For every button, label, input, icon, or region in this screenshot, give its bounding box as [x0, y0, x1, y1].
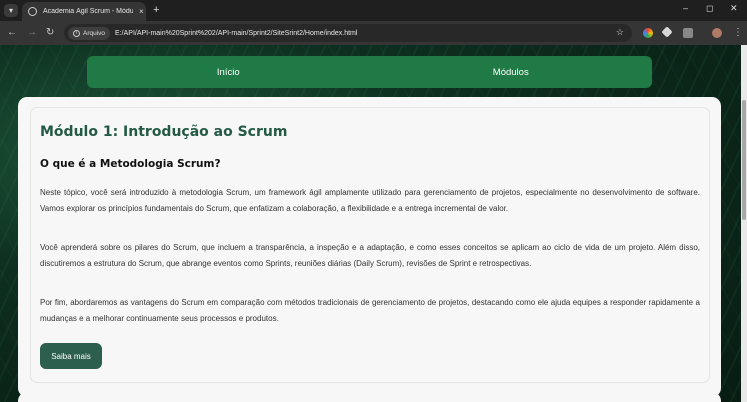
- new-tab-button[interactable]: +: [153, 4, 159, 16]
- info-icon: i: [73, 29, 80, 37]
- tab-search-button[interactable]: ▾: [4, 4, 18, 17]
- minimize-button[interactable]: –: [683, 3, 688, 13]
- maximize-button[interactable]: ◻: [706, 3, 713, 14]
- window-close-button[interactable]: ✕: [730, 3, 738, 14]
- module-paragraph: Por fim, abordaremos as vantagens do Scr…: [40, 298, 700, 323]
- puzzle-icon[interactable]: [683, 28, 693, 38]
- nav-link-inicio[interactable]: Início: [87, 56, 370, 88]
- module-paragraph: Você aprenderá sobre os pilares do Scrum…: [40, 243, 700, 268]
- browser-toolbar: ← → ↻ i Arquivo E:/API/API-main%20Sprint…: [0, 21, 747, 45]
- module-title: Módulo 1: Introdução ao Scrum: [40, 124, 288, 140]
- pen-icon[interactable]: [661, 26, 673, 38]
- tab-title: Academia Ágil Scrum - Módulos: [43, 8, 133, 15]
- module-card: Módulo 1: Introdução ao Scrum O que é a …: [18, 97, 721, 397]
- globe-icon: [28, 7, 37, 16]
- module-paragraph: Neste tópico, você será introduzido à me…: [40, 188, 700, 213]
- tab-strip: ▾ Academia Ágil Scrum - Módulos × + – ◻ …: [0, 0, 747, 21]
- next-module-card: [18, 392, 721, 402]
- nav-link-modulos[interactable]: Módulos: [370, 56, 653, 88]
- site-navbar: Início Módulos: [87, 56, 652, 88]
- back-icon[interactable]: ←: [7, 27, 17, 38]
- saiba-mais-button[interactable]: Saiba mais: [40, 343, 102, 369]
- page-viewport: Início Módulos Módulo 1: Introdução ao S…: [0, 45, 747, 402]
- forward-icon[interactable]: →: [27, 27, 37, 38]
- site-chip-label: Arquivo: [83, 29, 106, 37]
- scrollbar-thumb[interactable]: [742, 100, 746, 220]
- menu-icon[interactable]: ⋮: [733, 27, 743, 38]
- reload-icon[interactable]: ↻: [46, 27, 54, 38]
- scrollbar[interactable]: [741, 45, 747, 402]
- address-bar[interactable]: i Arquivo E:/API/API-main%20Sprint%202/A…: [64, 24, 632, 42]
- bookmark-star-icon[interactable]: ☆: [616, 27, 624, 38]
- tab-close-icon[interactable]: ×: [139, 7, 144, 16]
- module-subtitle: O que é a Metodologia Scrum?: [40, 158, 221, 170]
- extension-icon[interactable]: [643, 28, 653, 38]
- url-text[interactable]: E:/API/API-main%20Sprint%202/API-main/Sp…: [115, 30, 357, 37]
- site-info-chip[interactable]: i Arquivo: [68, 26, 111, 40]
- browser-tab[interactable]: Academia Ágil Scrum - Módulos ×: [22, 2, 146, 21]
- avatar[interactable]: [712, 28, 722, 38]
